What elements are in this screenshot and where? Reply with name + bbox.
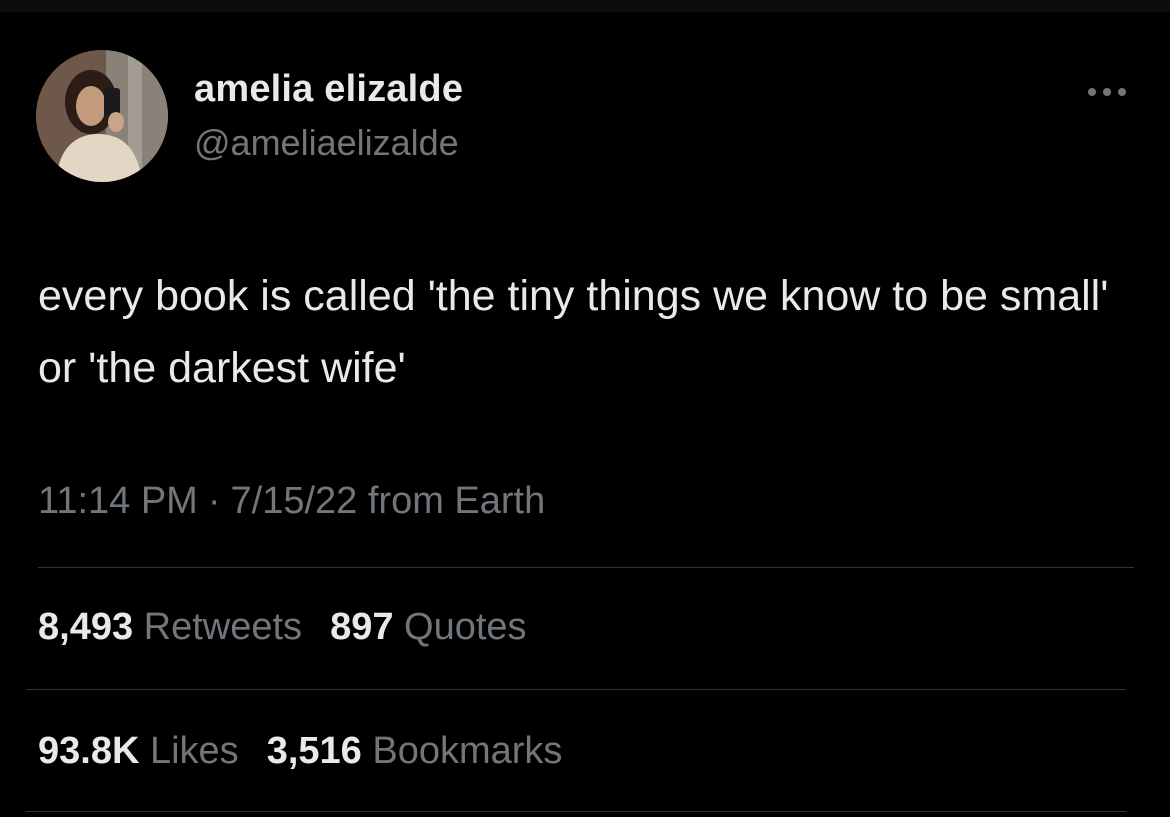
tweet-source: from Earth xyxy=(367,480,546,522)
likes-stat[interactable]: 93.8K Likes xyxy=(38,730,239,773)
author-name[interactable]: amelia elizalde xyxy=(194,68,463,111)
retweets-stat[interactable]: 8,493 Retweets xyxy=(38,606,302,649)
tweet-time[interactable]: 11:14 PM xyxy=(38,480,198,522)
engagement-row-likes-bookmarks: 93.8K Likes 3,516 Bookmarks xyxy=(38,730,590,773)
more-options-button[interactable] xyxy=(1080,80,1134,104)
divider xyxy=(38,567,1134,568)
engagement-row-retweets-quotes: 8,493 Retweets 897 Quotes xyxy=(38,606,555,649)
likes-count: 93.8K xyxy=(38,730,140,772)
top-edge-strip xyxy=(0,0,1170,12)
tweet-text: every book is called 'the tiny things we… xyxy=(38,272,1109,392)
likes-label: Likes xyxy=(149,730,239,772)
tweet-date[interactable]: 7/15/22 xyxy=(231,480,358,522)
quotes-count: 897 xyxy=(330,606,394,648)
meta-separator: · xyxy=(207,480,221,522)
author-handle[interactable]: @ameliaelizalde xyxy=(194,122,459,164)
more-horizontal-icon xyxy=(1088,88,1126,96)
retweets-label: Retweets xyxy=(143,606,303,648)
divider xyxy=(26,811,1126,812)
quotes-stat[interactable]: 897 Quotes xyxy=(330,606,527,649)
bookmarks-stat[interactable]: 3,516 Bookmarks xyxy=(267,730,563,773)
retweets-count: 8,493 xyxy=(38,606,134,648)
divider xyxy=(26,689,1126,690)
bookmarks-label: Bookmarks xyxy=(372,730,563,772)
avatar[interactable] xyxy=(36,50,168,182)
avatar-photo xyxy=(36,50,168,182)
quotes-label: Quotes xyxy=(404,606,527,648)
bookmarks-count: 3,516 xyxy=(266,730,362,772)
tweet-meta: 11:14 PM · 7/15/22 from Earth xyxy=(38,480,545,523)
